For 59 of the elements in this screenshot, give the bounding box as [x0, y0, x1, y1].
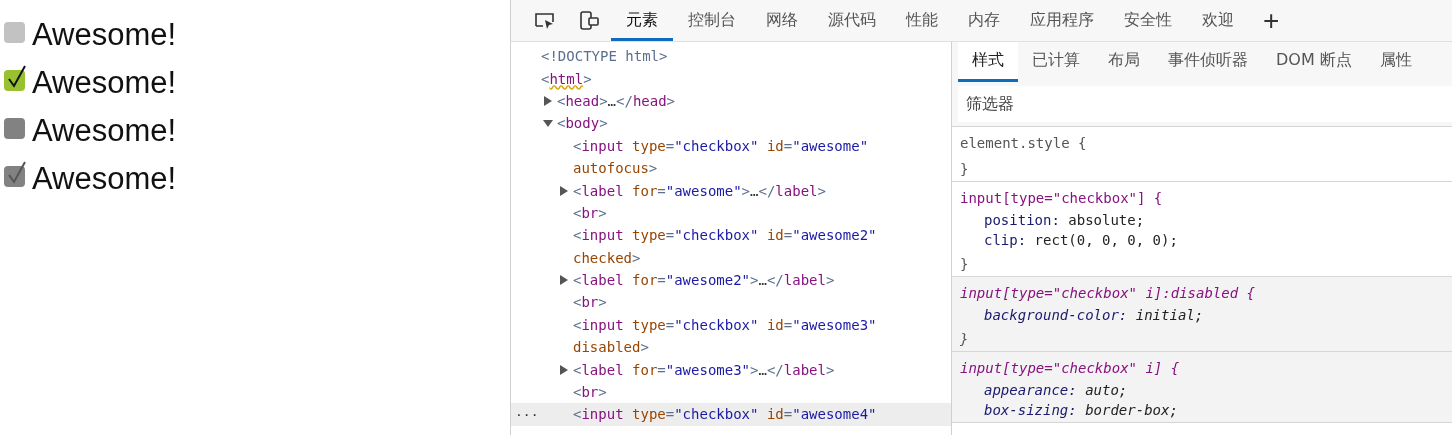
devtools-tab[interactable]: 网络	[751, 0, 813, 41]
code-line: <br>	[573, 384, 607, 401]
styles-tab[interactable]: DOM 断点	[1262, 42, 1366, 82]
devtools-tab[interactable]: 源代码	[813, 0, 891, 41]
css-selector: input[type="checkbox" i]:disabled {	[960, 284, 1256, 303]
css-selector: element.style {	[960, 134, 1088, 153]
code-line: <head>…</head>	[557, 92, 676, 109]
closing-brace: }	[960, 160, 970, 179]
collapsed-triangle-icon[interactable]	[559, 185, 569, 196]
checkbox-label: Awesome!	[32, 65, 177, 101]
css-declaration: clip: rect(0, 0, 0, 0);	[983, 231, 1179, 250]
code-line: <body>	[557, 115, 608, 132]
styles-tab[interactable]: 布局	[1094, 42, 1154, 82]
closing-brace: }	[960, 255, 970, 274]
checkbox-label: Awesome!	[32, 17, 177, 53]
inspect-icon	[534, 10, 556, 31]
checkbox[interactable]	[4, 21, 25, 43]
styles-tab[interactable]: 事件侦听器	[1154, 42, 1262, 82]
devtools-tab[interactable]: 安全性	[1109, 0, 1187, 41]
device-icon	[578, 9, 600, 32]
add-tab-button[interactable]: +	[1249, 0, 1294, 41]
styles-tab[interactable]: 属性	[1365, 42, 1426, 82]
code-line: autofocus>	[573, 160, 658, 177]
code-line: <input type="checkbox" id="awesome"	[573, 137, 869, 154]
devtools-tab[interactable]: 应用程序	[1015, 0, 1109, 41]
styles-tab[interactable]: 样式	[958, 42, 1018, 82]
checkbox-label: Awesome!	[32, 113, 177, 149]
css-declaration: position: absolute;	[983, 211, 1146, 230]
devtools-tab[interactable]: 控制台	[673, 0, 751, 41]
code-line: <!DOCTYPE html>	[541, 48, 668, 65]
css-selector: input[type="checkbox" i] {	[960, 359, 1181, 378]
devtools-tab[interactable]: 性能	[891, 0, 953, 41]
code-line: <label for="awesome2">…</label>	[573, 272, 835, 289]
checkbox-label: Awesome!	[32, 161, 177, 197]
code-line: <input type="checkbox" id="awesome2"	[573, 227, 877, 244]
devtools-tab[interactable]: 内存	[953, 0, 1015, 41]
code-line: <label for="awesome3">…</label>	[573, 361, 835, 378]
closing-brace: }	[960, 330, 970, 349]
code-line: <br>	[573, 294, 607, 311]
devtools-tab[interactable]: 欢迎	[1187, 0, 1249, 41]
code-line: disabled>	[573, 339, 649, 356]
code-line: <input type="checkbox" id="awesome3"	[573, 316, 877, 333]
css-declaration: appearance: auto;	[983, 381, 1129, 400]
expanded-triangle-icon[interactable]	[543, 118, 553, 129]
code-line: checked>	[573, 249, 641, 266]
code-line: <label for="awesome">…</label>	[573, 182, 826, 199]
styles-tab[interactable]: 已计算	[1018, 42, 1094, 82]
css-declaration: background-color: initial;	[983, 306, 1205, 325]
code-line: <br>	[573, 204, 607, 221]
code-line: <html>	[541, 70, 592, 87]
css-declaration: box-sizing: border-box;	[983, 401, 1179, 420]
devtools-tab[interactable]: 元素	[611, 0, 673, 41]
collapsed-triangle-icon[interactable]	[559, 364, 569, 375]
collapsed-triangle-icon[interactable]	[559, 275, 569, 286]
more-icon[interactable]: ···	[515, 406, 539, 422]
css-selector: input[type="checkbox"] {	[960, 189, 1164, 208]
code-line: <input type="checkbox" id="awesome4"	[573, 406, 877, 423]
collapsed-triangle-icon[interactable]	[543, 95, 553, 106]
filter-field[interactable]: 筛选器	[958, 86, 1452, 122]
